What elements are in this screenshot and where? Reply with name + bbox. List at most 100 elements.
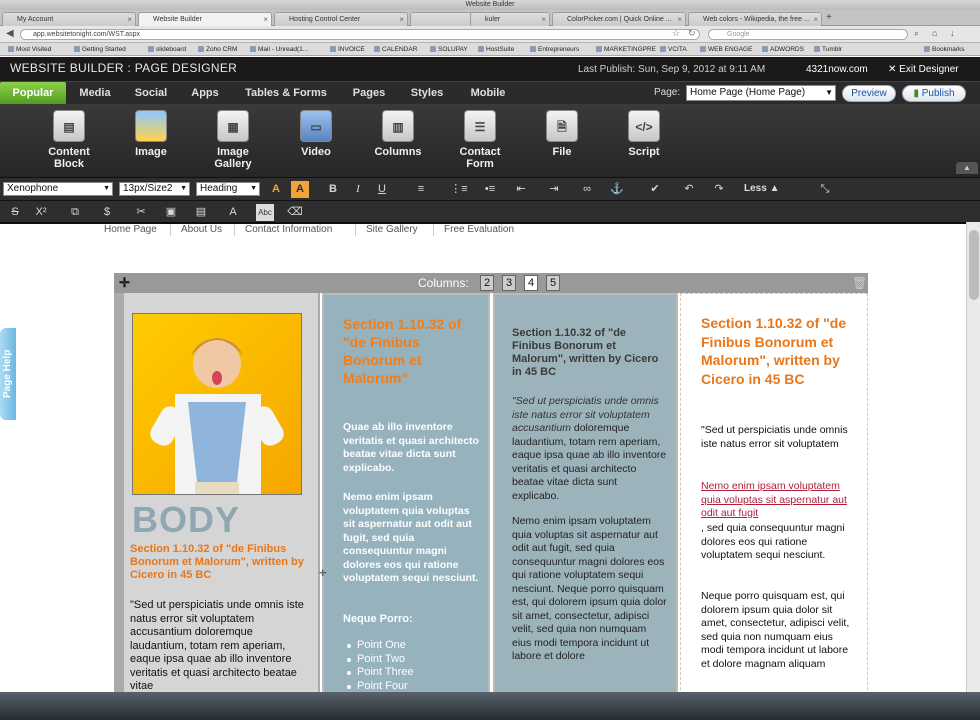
paste-icon[interactable]: ▣ <box>162 204 180 221</box>
reload-icon[interactable]: ↻ <box>688 28 696 39</box>
column-2[interactable]: Section 1.10.32 of "de Finibus Bonorum e… <box>322 293 490 720</box>
nav-tab-social[interactable]: Social <box>126 82 176 105</box>
bookmark-item[interactable]: ADWORDS <box>762 43 804 55</box>
font-size-adjust-icon[interactable]: A <box>224 204 242 221</box>
spellcheck-icon[interactable]: ✔ <box>646 181 664 198</box>
columns-option-4-selected[interactable]: 4 <box>524 275 538 291</box>
search-input[interactable]: Google <box>708 29 908 40</box>
bookmark-item[interactable]: WEB ENGAGE <box>700 43 752 55</box>
bold-icon[interactable]: B <box>324 181 342 198</box>
column-4-link[interactable]: Nemo enim ipsam voluptatem quia voluptas… <box>701 480 851 521</box>
columns-option-3[interactable]: 3 <box>502 275 516 291</box>
download-icon[interactable]: ↓ <box>950 28 955 38</box>
bookmark-star-icon[interactable]: ☆ <box>672 28 680 39</box>
indent-icon[interactable]: ⇥ <box>545 181 563 198</box>
nav-tab-media[interactable]: Media <box>70 82 120 105</box>
bookmark-item[interactable]: Entrepreneurs <box>530 43 579 55</box>
browser-tab[interactable]: kuler × <box>470 12 550 26</box>
bookmark-item[interactable]: Zoho CRM <box>198 43 237 55</box>
spell-abc-icon[interactable]: Abc <box>256 204 274 221</box>
contact-form-button[interactable]: ☰ Contact Form <box>445 110 515 170</box>
bookmark-item[interactable]: Mail - Unread(1... <box>250 43 308 55</box>
font-family-select[interactable]: Xenophone ▼ <box>3 182 113 196</box>
italic-icon[interactable]: I <box>349 181 367 198</box>
less-toggle[interactable]: Less ▲ <box>744 183 779 194</box>
image-button[interactable]: Image <box>116 110 186 158</box>
close-tab-icon[interactable]: × <box>541 13 546 26</box>
close-tab-icon[interactable]: × <box>263 13 268 26</box>
close-tab-icon[interactable]: × <box>399 13 404 26</box>
columns-option-5[interactable]: 5 <box>546 275 560 291</box>
exit-designer-button[interactable]: ✕ Exit Designer <box>888 64 959 75</box>
columns-button[interactable]: ▥ Columns <box>363 110 433 158</box>
browser-tab-active[interactable]: Website Builder × <box>138 12 272 26</box>
browser-tab[interactable]: ColorPicker.com | Quick Online ... × <box>552 12 686 26</box>
underline-icon[interactable]: U <box>373 181 391 198</box>
scrollbar-thumb[interactable] <box>969 230 979 300</box>
boy-photo[interactable] <box>132 313 302 495</box>
move-handle-icon[interactable]: ✛ <box>119 275 130 291</box>
url-field[interactable]: app.websitetonight.com/WST.aspx <box>20 29 700 40</box>
subscript-icon[interactable]: X² <box>32 204 50 221</box>
strikethrough-icon[interactable]: S <box>6 204 24 221</box>
redo-icon[interactable]: ↷ <box>710 181 728 198</box>
bookmark-item[interactable]: MARKETINGPRE <box>596 43 656 55</box>
nav-tab-apps[interactable]: Apps <box>182 82 228 105</box>
undo-icon[interactable]: ↶ <box>680 181 698 198</box>
site-nav-link[interactable]: About Us <box>181 224 222 235</box>
trash-icon[interactable]: 🗑 <box>852 276 867 290</box>
bookmark-item[interactable]: CALENDAR <box>374 43 417 55</box>
nav-tab-pages[interactable]: Pages <box>344 82 394 105</box>
bookmark-item[interactable]: HostSuite <box>478 43 514 55</box>
site-nav-link[interactable]: Site Gallery <box>366 224 418 235</box>
page-scrollbar[interactable] <box>966 222 980 692</box>
close-tab-icon[interactable]: × <box>677 13 682 26</box>
align-icon[interactable]: ≡ <box>412 181 430 198</box>
video-button[interactable]: ▭ Video <box>281 110 351 158</box>
column-4[interactable]: Section 1.10.32 of "de Finibus Bonorum e… <box>680 293 868 720</box>
back-icon[interactable]: ◀ <box>6 28 14 39</box>
content-block-button[interactable]: ▤ Content Block <box>34 110 104 170</box>
anchor-icon[interactable]: ⚓ <box>608 181 626 198</box>
nav-tab-tables-forms[interactable]: Tables & Forms <box>236 82 336 105</box>
font-size-select[interactable]: 13px/Size2 ▼ <box>119 182 190 196</box>
eraser-icon[interactable]: ⌫ <box>286 204 304 221</box>
bookmark-item[interactable]: Tumblr <box>814 43 842 55</box>
script-button[interactable]: </> Script <box>609 110 679 158</box>
page-help-tab[interactable]: Page Help <box>0 328 16 420</box>
image-gallery-button[interactable]: ▦ Image Gallery <box>198 110 268 170</box>
paragraph-style-select[interactable]: Heading ▼ <box>196 182 260 196</box>
browser-tab[interactable]: Web colors - Wikipedia, the free ... × <box>688 12 822 26</box>
browser-tab[interactable]: My Account × <box>2 12 136 26</box>
search-icon[interactable]: ⌕ <box>914 28 919 39</box>
close-tab-icon[interactable]: × <box>813 13 818 26</box>
bookmark-item[interactable]: Most Visited <box>8 43 51 55</box>
column-3[interactable]: Section 1.10.32 of "de Finibus Bonorum e… <box>493 293 678 720</box>
nav-tab-popular[interactable]: Popular <box>0 82 66 105</box>
bookmark-item[interactable]: VCITA <box>660 43 687 55</box>
home-icon[interactable]: ⌂ <box>932 28 937 38</box>
site-nav-link[interactable]: Contact Information <box>245 224 332 235</box>
resize-icon[interactable]: ⤡ <box>816 181 834 198</box>
link-icon[interactable]: ∞ <box>578 181 596 198</box>
cut-icon[interactable]: ✂ <box>132 204 150 221</box>
bookmark-item[interactable]: INVOICE <box>330 43 365 55</box>
currency-icon[interactable]: $ <box>98 204 116 221</box>
bookmark-item[interactable]: slideboard <box>148 43 186 55</box>
site-nav-link[interactable]: Free Evaluation <box>444 224 514 235</box>
preview-button[interactable]: Preview <box>842 85 896 102</box>
brand-link[interactable]: 4321now.com <box>806 64 868 75</box>
bookmark-item[interactable]: SOLUPAY <box>430 43 468 55</box>
copy-icon[interactable]: ⧉ <box>66 204 84 221</box>
highlight-color-icon[interactable]: A <box>291 181 309 198</box>
bullet-list-icon[interactable]: •≡ <box>481 181 499 198</box>
column-resize-handle-icon[interactable]: ✛ <box>319 568 327 578</box>
numbered-list-icon[interactable]: ⋮≡ <box>450 181 468 198</box>
browser-tab[interactable]: Hosting Control Center × <box>274 12 408 26</box>
bookmark-item[interactable]: Bookmarks <box>924 43 965 55</box>
outdent-icon[interactable]: ⇤ <box>512 181 530 198</box>
publish-button[interactable]: ▮ Publish <box>902 85 966 102</box>
columns-option-2[interactable]: 2 <box>480 275 494 291</box>
page-select[interactable]: Home Page (Home Page) ▼ <box>686 85 836 101</box>
nav-tab-styles[interactable]: Styles <box>402 82 452 105</box>
